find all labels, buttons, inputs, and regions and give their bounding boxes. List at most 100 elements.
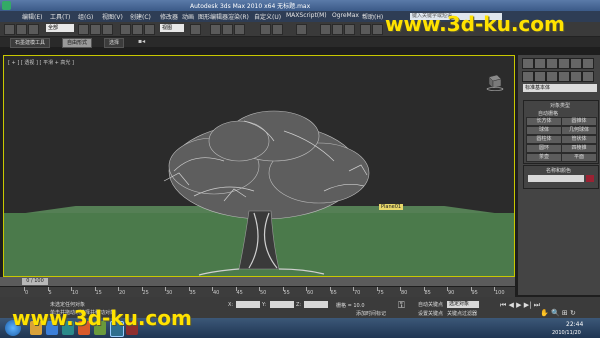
selection-filter-dropdown[interactable]: 全部: [46, 24, 74, 32]
curve-editor-icon[interactable]: [320, 24, 331, 35]
tube-button[interactable]: 管状体: [561, 135, 597, 144]
select-object-icon[interactable]: [78, 24, 89, 35]
menu-create[interactable]: 创建(C): [130, 12, 151, 21]
viewcube-icon[interactable]: [484, 71, 504, 91]
track-tick-label: 45: [236, 290, 243, 296]
pyramid-button[interactable]: 四棱锥: [561, 144, 597, 153]
menu-modifiers[interactable]: 修改器: [160, 12, 178, 21]
clock-time[interactable]: 22:44: [566, 321, 583, 328]
menu-rendering[interactable]: 渲染(R): [228, 12, 249, 21]
menu-maxscript[interactable]: MAXScript(M): [286, 12, 327, 19]
hierarchy-tab-icon[interactable]: [546, 58, 558, 69]
key-filter-dropdown[interactable]: 选定对象: [447, 301, 479, 308]
pivot-icon[interactable]: [190, 24, 201, 35]
track-tick-label: 60: [307, 290, 314, 296]
viewport-label[interactable]: [ + ] [ 透视 ] [ 平滑 + 高光 ]: [8, 59, 74, 66]
modify-tab-icon[interactable]: [534, 58, 546, 69]
reference-coordinate-dropdown[interactable]: 视图: [160, 24, 184, 32]
autogrid-checkbox[interactable]: 自动栅格: [538, 110, 558, 117]
time-slider[interactable]: [0, 277, 515, 286]
z-coordinate-field[interactable]: [304, 301, 328, 308]
clock-date[interactable]: 2010/11/20: [552, 330, 581, 336]
cone-button[interactable]: 圆锥体: [561, 117, 597, 126]
shapes-icon[interactable]: [534, 71, 546, 82]
motion-tab-icon[interactable]: [558, 58, 570, 69]
menu-edit[interactable]: 编辑(E): [22, 12, 42, 21]
redo-icon[interactable]: [16, 24, 27, 35]
ribbon-toggle-icon[interactable]: ▪◂: [138, 38, 145, 45]
menu-animation[interactable]: 动画: [182, 12, 194, 21]
key-icon[interactable]: ⚿: [398, 301, 405, 311]
track-tick-label: 0: [25, 290, 29, 296]
tab-freeform[interactable]: 自由形式: [62, 38, 93, 48]
link-icon[interactable]: [28, 24, 39, 35]
cylinder-button[interactable]: 圆柱体: [526, 135, 562, 144]
app-logo-icon[interactable]: [2, 1, 11, 10]
layer-manager-icon[interactable]: [296, 24, 307, 35]
auto-key-button[interactable]: 自动关键点: [418, 301, 443, 308]
snap-icon[interactable]: [210, 24, 221, 35]
mirror-icon[interactable]: [260, 24, 271, 35]
plane-button[interactable]: 平面: [561, 153, 597, 162]
create-tab-icon[interactable]: [522, 58, 534, 69]
align-icon[interactable]: [272, 24, 283, 35]
render-icon[interactable]: [372, 24, 383, 35]
cameras-icon[interactable]: [558, 71, 570, 82]
rollout-title[interactable]: 名称和颜色: [546, 167, 571, 174]
menu-graph-editors[interactable]: 图形编辑器: [198, 12, 228, 21]
watermark-top: www.3d-ku.com: [385, 12, 565, 36]
track-tick-label: 65: [330, 290, 337, 296]
rotate-icon[interactable]: [132, 24, 143, 35]
display-tab-icon[interactable]: [570, 58, 582, 69]
tab-selection[interactable]: 选择: [104, 38, 125, 48]
helpers-icon[interactable]: [570, 71, 582, 82]
percent-snap-icon[interactable]: [234, 24, 245, 35]
tab-graphite-modeling[interactable]: 石墨建模工具: [10, 38, 51, 48]
track-tick-label: 55: [283, 290, 290, 296]
grid-size: 栅格 = 10.0: [336, 303, 365, 309]
undo-icon[interactable]: [4, 24, 15, 35]
track-tick-label: 15: [95, 290, 102, 296]
watermark-bottom: www.3d-ku.com: [12, 306, 192, 330]
menu-views[interactable]: 视图(V): [102, 12, 123, 21]
material-editor-icon[interactable]: [344, 24, 355, 35]
object-color-swatch[interactable]: [586, 175, 594, 182]
perspective-viewport[interactable]: [ + ] [ 透视 ] [ 平滑 + 高光 ] Plane01: [3, 55, 515, 277]
spacewarps-icon[interactable]: [582, 71, 594, 82]
menu-ogremax[interactable]: OgreMax: [332, 12, 359, 19]
x-coordinate-field[interactable]: [236, 301, 260, 308]
object-tooltip: Plane01: [379, 204, 404, 210]
rectangle-selection-icon[interactable]: [102, 24, 113, 35]
key-filters-button[interactable]: 关键点过滤器: [447, 310, 477, 317]
rollout-title[interactable]: 对象类型: [550, 102, 570, 109]
torus-button[interactable]: 圆环: [526, 144, 562, 153]
select-by-name-icon[interactable]: [90, 24, 101, 35]
track-bar[interactable]: 0 5 10 15 20 25 30 35 40 45 50 55 60 65 70 75 80 85 90 95 10…: [0, 287, 515, 297]
add-time-tag[interactable]: 添加时间标记: [356, 310, 386, 317]
geosphere-button[interactable]: 几何球体: [561, 126, 597, 135]
schematic-view-icon[interactable]: [332, 24, 343, 35]
utilities-tab-icon[interactable]: [582, 58, 594, 69]
lights-icon[interactable]: [546, 71, 558, 82]
move-icon[interactable]: [120, 24, 131, 35]
set-key-button[interactable]: 设置关键点: [418, 310, 443, 317]
menu-customize[interactable]: 自定义(U): [254, 12, 281, 21]
track-tick-label: 90: [448, 290, 455, 296]
navigation-controls-icon[interactable]: ✋ 🔍 ⊞ ↻: [540, 309, 576, 317]
object-category-dropdown[interactable]: 标准基本体: [523, 84, 597, 92]
menu-tools[interactable]: 工具(T): [50, 12, 70, 21]
tree-model[interactable]: [134, 101, 394, 276]
menu-group[interactable]: 组(G): [78, 12, 93, 21]
sphere-button[interactable]: 球体: [526, 126, 562, 135]
angle-snap-icon[interactable]: [222, 24, 233, 35]
object-name-field[interactable]: [528, 175, 584, 182]
scale-icon[interactable]: [144, 24, 155, 35]
box-button[interactable]: 长方体: [526, 117, 562, 126]
playback-controls-icon[interactable]: ⏮ ◀ ▶ ▶| ⏭: [500, 301, 540, 310]
time-slider-thumb[interactable]: 0 / 100: [22, 278, 48, 285]
render-setup-icon[interactable]: [360, 24, 371, 35]
y-coordinate-field[interactable]: [270, 301, 294, 308]
teapot-button[interactable]: 茶壶: [526, 153, 562, 162]
menu-help[interactable]: 帮助(H): [362, 12, 383, 21]
geometry-icon[interactable]: [522, 71, 534, 82]
